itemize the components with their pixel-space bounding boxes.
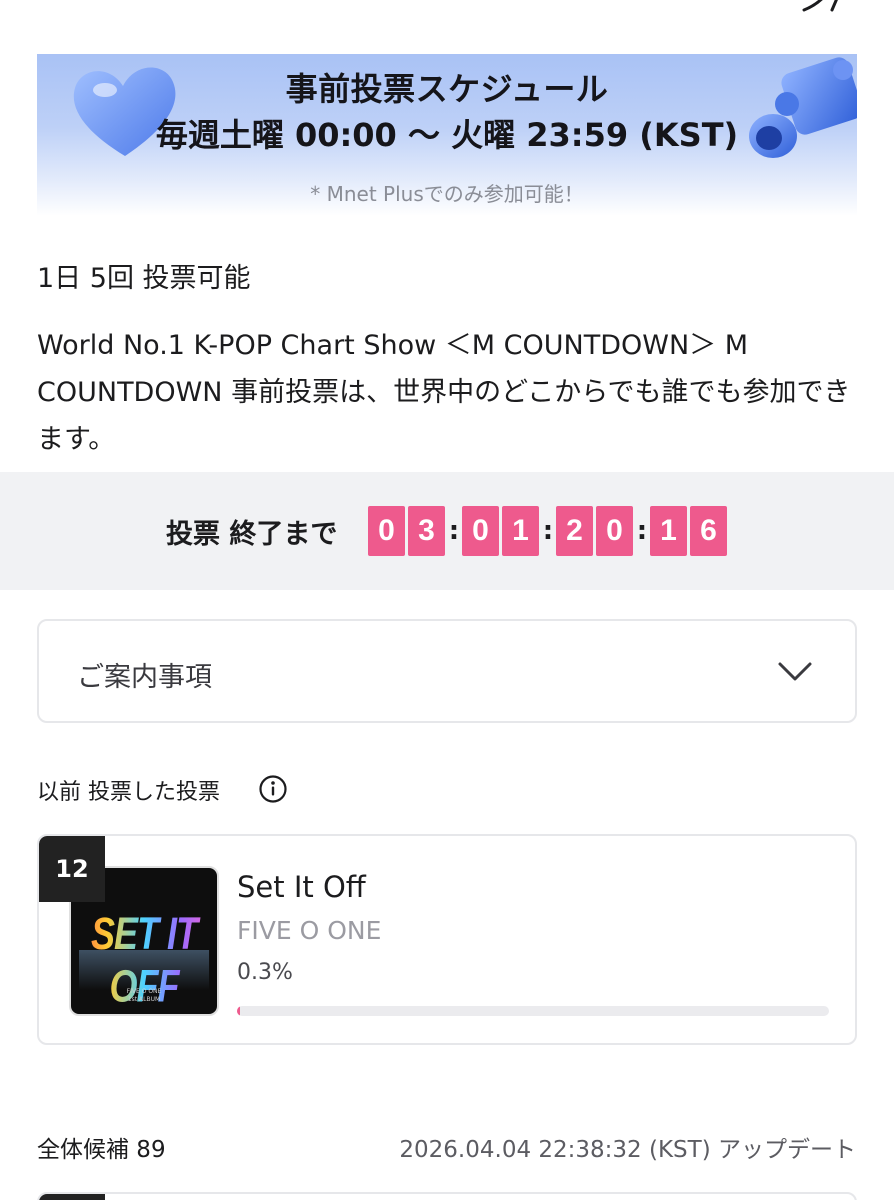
rank-badge [39,1194,105,1200]
countdown-separator: : [636,516,648,546]
chevron-down-icon[interactable] [777,659,813,683]
countdown-timer: 0 3 : 0 1 : 2 0 : 1 6 [368,506,730,556]
countdown-digit: 0 [368,506,405,556]
description-text: World No.1 K-POP Chart Show ＜M COUNTDOWN… [37,330,851,455]
countdown-separator: : [448,516,460,546]
vote-progress-fill [237,1006,240,1016]
banner-schedule: 毎週土曜 00:00 〜 火曜 23:59 (KST) [155,116,739,154]
cover-caption-album: 1st ALBUM [127,996,161,1003]
previous-votes-label: 以前 投票した投票 [37,780,220,805]
countdown-digit: 2 [556,506,593,556]
vote-limit-text: 1日 5回 投票可能 [37,263,251,294]
vote-progress-bar [237,1006,829,1016]
banner-title: 事前投票スケジュール [285,70,609,108]
countdown-digit: 0 [596,506,633,556]
vote-percent: 0.3% [237,960,293,985]
guide-accordion[interactable]: ご案内事項 [37,619,857,723]
song-card[interactable]: 12 SET IT OFF FIVE O ONE 1st ALBUM Set I… [37,834,857,1045]
banner-note: * Mnet Plusでのみ参加可能！ [310,182,584,206]
countdown-label: 投票 終了まで [166,519,338,550]
countdown-digit: 3 [408,506,445,556]
candidate-card[interactable] [37,1192,857,1200]
cover-caption-artist: FIVE O ONE [126,988,162,995]
total-candidates: 全体候補 89 [37,1137,166,1163]
rank-badge: 12 [39,836,105,902]
countdown-digit: 0 [462,506,499,556]
share-icon[interactable] [798,0,846,12]
vote-schedule-banner: 事前投票スケジュール 毎週土曜 00:00 〜 火曜 23:59 (KST) *… [37,54,857,216]
guide-label: ご案内事項 [77,662,212,693]
countdown-digit: 6 [690,506,727,556]
info-icon[interactable] [258,774,288,804]
song-title: Set It Off [237,870,366,904]
countdown-digit: 1 [502,506,539,556]
top-bar [0,0,894,30]
countdown-bar: 投票 終了まで 0 3 : 0 1 : 2 0 : 1 6 [0,472,894,590]
update-timestamp: 2026.04.04 22:38:32 (KST) アップデート [399,1137,856,1163]
cover-caption: FIVE O ONE 1st ALBUM [71,988,217,1004]
countdown-digit: 1 [650,506,687,556]
song-artist: FIVE O ONE [237,916,382,945]
countdown-separator: : [542,516,554,546]
back-arrow-icon[interactable] [44,0,74,12]
